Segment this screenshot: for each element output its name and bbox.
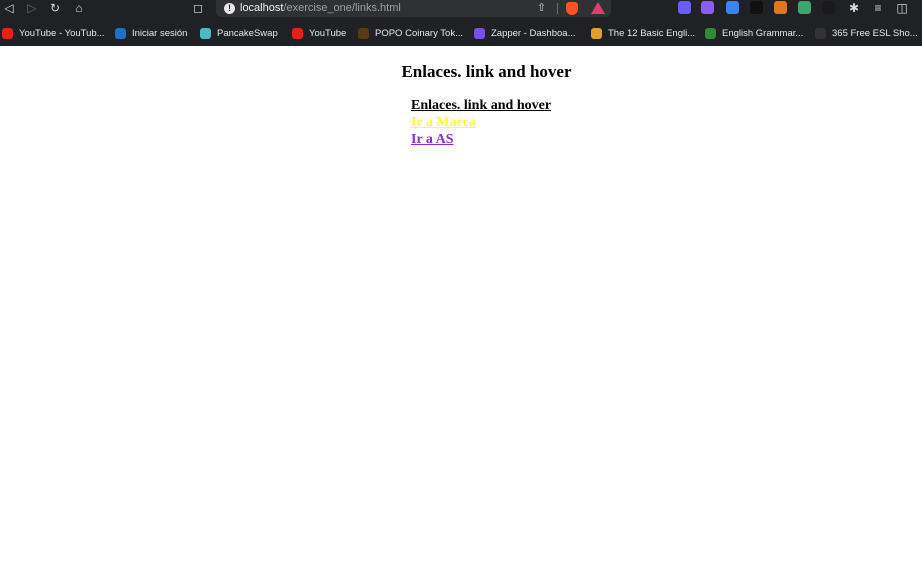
link-as[interactable]: Ir a AS (411, 131, 551, 148)
browser-chrome: ◁ ▷ ↻ ⌂ ◻ ! localhost/exercise_one/links… (0, 0, 922, 46)
bookmarks-bar: YouTube - YouTub... Iniciar sesión Panca… (0, 23, 922, 43)
bookmark-label: 365 Free ESL Sho... (832, 27, 918, 39)
bookmark-item[interactable]: Zapper - Dashboa... (474, 23, 576, 43)
grammar-site-icon (705, 27, 716, 39)
bookmark-extension-icon[interactable] (701, 1, 714, 14)
popo-icon (358, 27, 369, 39)
playlist-icon[interactable]: ≡ (869, 0, 887, 17)
fox-extension-icon[interactable] (774, 1, 787, 14)
url-host: localhost (240, 2, 284, 14)
zapper-icon (474, 27, 485, 39)
bookmark-label: PancakeSwap (217, 27, 278, 39)
bookmark-page-icon[interactable]: ◻ (189, 0, 207, 17)
sidebar-icon[interactable]: ◫ (893, 0, 911, 17)
reload-icon[interactable]: ↻ (46, 0, 64, 17)
link-list: Enlaces. link and hover Ir a Marca Ir a … (411, 97, 551, 148)
esl-site-icon (815, 27, 826, 39)
bookmark-label: YouTube (309, 27, 347, 39)
bookmark-label: POPO Coinary Tok... (375, 27, 463, 39)
bookmark-item[interactable]: YouTube (292, 23, 346, 43)
bookmark-item[interactable]: English Grammar... (705, 23, 803, 43)
bookmark-item[interactable]: Iniciar sesión (115, 23, 187, 43)
browser-toolbar: ◁ ▷ ↻ ⌂ ◻ ! localhost/exercise_one/links… (0, 0, 922, 17)
bookmark-label: English Grammar... (722, 27, 804, 39)
sparkle-extension-icon[interactable] (678, 1, 691, 14)
link-marca[interactable]: Ir a Marca (411, 114, 551, 131)
brave-rewards-icon[interactable] (591, 2, 605, 14)
drop-extension-icon[interactable] (726, 1, 739, 14)
bookmark-item[interactable]: The 12 Basic Engli... (591, 23, 695, 43)
bookmark-label: Iniciar sesión (132, 27, 188, 39)
youtube-icon (2, 27, 13, 39)
wallet-extension-icon[interactable] (798, 1, 811, 14)
bookmark-item[interactable]: POPO Coinary Tok... (358, 23, 463, 43)
page-content: Enlaces. link and hover Enlaces. link an… (0, 46, 922, 572)
link-enlaces[interactable]: Enlaces. link and hover (411, 97, 551, 114)
diamond-extension-icon[interactable] (822, 1, 835, 14)
outlook-icon (115, 27, 126, 39)
dots-extension-icon[interactable] (750, 1, 763, 14)
brave-shields-icon[interactable] (566, 2, 578, 15)
extensions-puzzle-icon[interactable]: ✱ (845, 0, 863, 17)
share-icon[interactable]: ⇧ (537, 1, 546, 14)
url-field[interactable]: localhost/exercise_one/links.html (240, 1, 401, 15)
url-path: /exercise_one/links.html (283, 2, 401, 14)
bookmark-item[interactable]: PancakeSwap (200, 23, 278, 43)
bookmark-label: YouTube - YouTub... (19, 27, 105, 39)
divider (557, 3, 558, 14)
forward-icon[interactable]: ▷ (23, 0, 41, 17)
bookmark-file-icon (591, 27, 602, 39)
page-title: Enlaces. link and hover (401, 62, 572, 81)
bookmark-item[interactable]: YouTube - YouTub... (2, 23, 105, 43)
bookmark-label: The 12 Basic Engli... (608, 27, 696, 39)
youtube-icon (292, 27, 303, 39)
back-icon[interactable]: ◁ (0, 0, 18, 17)
home-icon[interactable]: ⌂ (70, 0, 88, 17)
bookmark-item[interactable]: 365 Free ESL Sho... (815, 23, 918, 43)
site-info-icon[interactable]: ! (224, 3, 235, 14)
pancakeswap-icon (200, 27, 211, 39)
bookmark-label: Zapper - Dashboa... (491, 27, 576, 39)
